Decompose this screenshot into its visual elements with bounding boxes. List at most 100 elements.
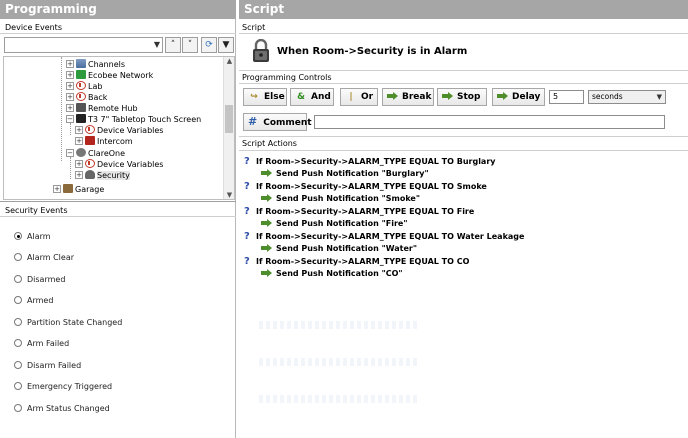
radio-icon[interactable]	[14, 382, 22, 390]
event-radio-disarmed[interactable]: Disarmed	[14, 274, 65, 286]
delay-unit-select[interactable]: seconds ▼	[588, 90, 666, 104]
tree-node-remote-hub[interactable]: + Remote Hub	[66, 103, 138, 114]
condition-row[interactable]: ? If Room->Security->ALARM_TYPE EQUAL TO …	[244, 156, 496, 168]
condition-row[interactable]: ? If Room->Security->ALARM_TYPE EQUAL TO …	[244, 256, 469, 268]
tree-node-ecobee-network[interactable]: + Ecobee Network	[66, 70, 153, 81]
action-row[interactable]: Send Push Notification "Smoke"	[261, 193, 420, 205]
script-panel-title: Script	[239, 0, 688, 19]
radio-icon[interactable]	[14, 275, 22, 283]
divider	[0, 33, 236, 34]
event-radio-arm-status-changed[interactable]: Arm Status Changed	[14, 403, 110, 415]
event-radio-disarm-failed[interactable]: Disarm Failed	[14, 360, 81, 372]
radio-icon[interactable]	[14, 318, 22, 326]
comment-input[interactable]	[314, 115, 665, 129]
green-arrow-icon	[387, 92, 398, 100]
tree-node-intercom[interactable]: + Intercom	[75, 136, 133, 147]
green-arrow-icon	[497, 92, 508, 100]
event-radio-arm-failed[interactable]: Arm Failed	[14, 338, 69, 350]
condition-row[interactable]: ? If Room->Security->ALARM_TYPE EQUAL TO …	[244, 231, 524, 243]
delay-value-input[interactable]: 5	[549, 90, 584, 104]
divider	[239, 150, 688, 151]
tree-node-clareone[interactable]: − ClareOne	[66, 148, 125, 159]
stop-button[interactable]: Stop	[437, 88, 487, 106]
chevron-down-icon[interactable]: ▼	[224, 191, 234, 199]
expand-icon[interactable]: +	[66, 60, 74, 68]
tree-node-device-variables[interactable]: + Device Variables	[75, 125, 163, 136]
delay-button[interactable]: Delay	[492, 88, 545, 106]
radio-icon[interactable]	[14, 339, 22, 347]
refresh-icon: ⟳	[205, 40, 213, 50]
and-icon: &	[297, 92, 305, 102]
action-row[interactable]: Send Push Notification "Water"	[261, 243, 417, 255]
tree-node-back[interactable]: + Back	[66, 92, 107, 103]
action-row[interactable]: Send Push Notification "Fire"	[261, 218, 407, 230]
scrollbar-thumb[interactable]	[225, 105, 233, 133]
security-events-label: Security Events	[5, 206, 68, 215]
event-radio-alarm[interactable]: Alarm	[14, 231, 51, 243]
question-icon: ?	[244, 181, 250, 192]
intercom-icon	[85, 136, 95, 145]
expand-icon[interactable]: +	[75, 137, 83, 145]
action-row[interactable]: Send Push Notification "Burglary"	[261, 168, 429, 180]
filter-button[interactable]: ▼	[218, 37, 234, 53]
splitter[interactable]	[0, 201, 236, 202]
script-panel: Script Script When Room->Security is in …	[239, 0, 688, 438]
control4-icon	[76, 81, 86, 90]
condition-row[interactable]: ? If Room->Security->ALARM_TYPE EQUAL TO …	[244, 181, 487, 193]
radio-icon[interactable]	[14, 296, 22, 304]
question-icon: ?	[244, 256, 250, 267]
divider	[239, 33, 688, 34]
tree-node-lab[interactable]: + Lab	[66, 81, 102, 92]
channels-icon	[76, 59, 86, 68]
expand-icon[interactable]: +	[66, 104, 74, 112]
device-tree[interactable]: + Channels + Ecobee Network + Lab + Back + Re…	[3, 56, 235, 200]
radio-icon[interactable]	[14, 404, 22, 412]
expand-icon[interactable]: +	[75, 171, 83, 179]
radio-selected-icon[interactable]	[14, 232, 22, 240]
tree-node-security[interactable]: + Security	[75, 170, 130, 181]
action-row[interactable]: Send Push Notification "CO"	[261, 268, 403, 280]
tree-node-t3-touch-screen[interactable]: − T3 7" Tabletop Touch Screen	[66, 114, 201, 125]
device-filter-combo[interactable]: ▼	[4, 37, 163, 53]
expand-icon[interactable]: +	[66, 93, 74, 101]
lock-icon	[253, 39, 269, 62]
radio-icon[interactable]	[14, 253, 22, 261]
tree-line	[61, 57, 62, 161]
green-arrow-icon	[442, 92, 453, 100]
condition-row[interactable]: ? If Room->Security->ALARM_TYPE EQUAL TO …	[244, 206, 474, 218]
tree-node-channels[interactable]: + Channels	[66, 59, 125, 70]
collapse-icon[interactable]: −	[66, 115, 74, 123]
control4-icon	[85, 125, 95, 134]
collapse-icon[interactable]: −	[66, 149, 74, 157]
expand-icon[interactable]: +	[66, 71, 74, 79]
chevron-up-icon[interactable]: ▲	[224, 57, 234, 65]
else-button[interactable]: ↪ Else	[243, 88, 287, 106]
event-radio-partition-state-changed[interactable]: Partition State Changed	[14, 317, 122, 329]
chevron-up-icon: ˄	[170, 40, 176, 50]
script-actions-label: Script Actions	[242, 139, 297, 148]
move-up-button[interactable]: ˄	[165, 37, 181, 53]
expand-icon[interactable]: +	[66, 82, 74, 90]
divider	[0, 216, 236, 217]
event-radio-emergency-triggered[interactable]: Emergency Triggered	[14, 381, 112, 393]
or-button[interactable]: | Or	[340, 88, 378, 106]
comment-button[interactable]: # Comment	[243, 113, 312, 131]
tree-node-device-variables[interactable]: + Device Variables	[75, 159, 163, 170]
radio-icon[interactable]	[14, 361, 22, 369]
refresh-button[interactable]: ⟳	[201, 37, 217, 53]
garage-icon	[63, 184, 73, 193]
expand-icon[interactable]: +	[75, 126, 83, 134]
break-button[interactable]: Break	[382, 88, 434, 106]
background-watermark	[259, 358, 419, 366]
expand-icon[interactable]: +	[53, 185, 61, 193]
expand-icon[interactable]: +	[75, 160, 83, 168]
event-radio-alarm-clear[interactable]: Alarm Clear	[14, 252, 74, 264]
clareone-icon	[76, 148, 86, 157]
tree-scrollbar[interactable]: ▲ ▼	[223, 57, 234, 199]
divider	[239, 136, 688, 137]
event-radio-armed[interactable]: Armed	[14, 295, 53, 307]
move-down-button[interactable]: ˅	[182, 37, 198, 53]
tree-node-garage[interactable]: + Garage	[53, 184, 104, 195]
touchscreen-icon	[76, 114, 86, 123]
and-button[interactable]: & And	[290, 88, 334, 106]
